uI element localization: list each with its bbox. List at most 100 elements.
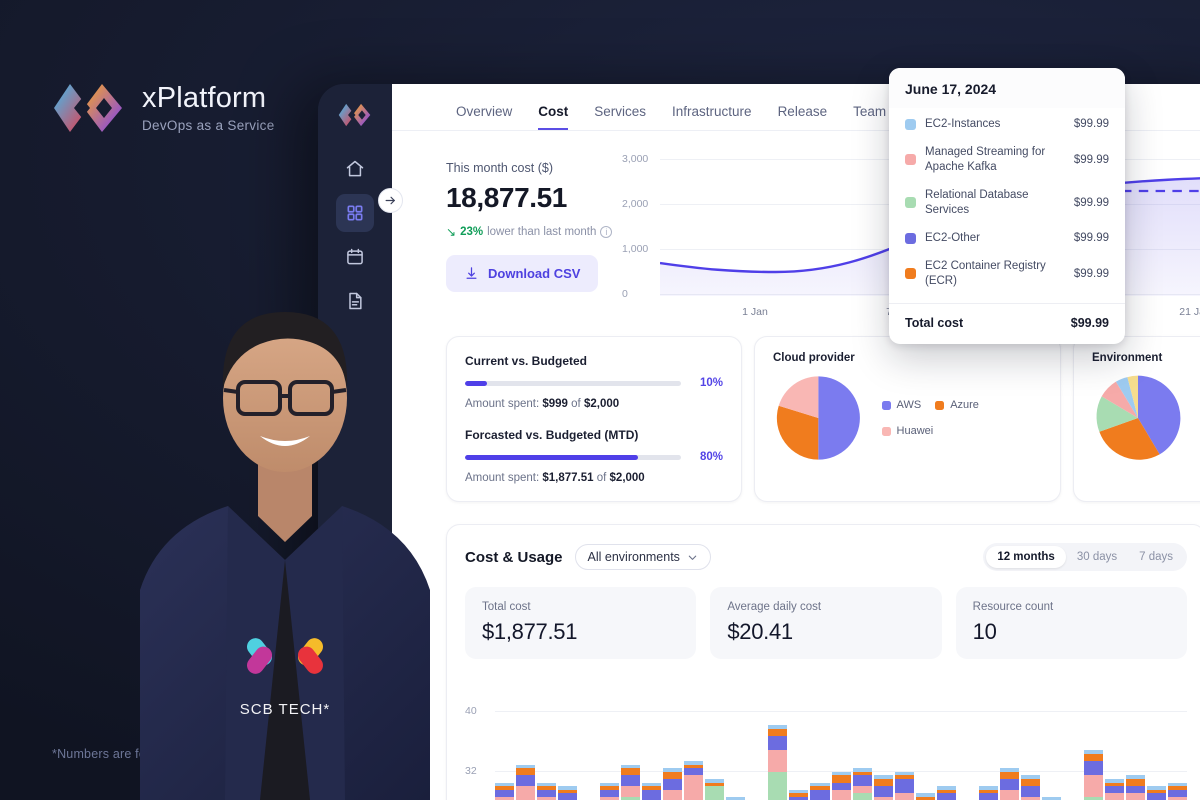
- forecast-progress-fill: [465, 454, 638, 460]
- bar-segment: [894, 779, 914, 794]
- bar-column: [558, 786, 578, 800]
- budget-amount: $2,000: [583, 398, 620, 410]
- cost-and-usage-title: Cost & Usage: [465, 548, 563, 566]
- environment-body: Production Staging: [1092, 372, 1200, 464]
- bar-column: [1104, 779, 1124, 800]
- tab-infrastructure[interactable]: Infrastructure: [672, 104, 752, 130]
- bar-segment: [831, 775, 851, 783]
- bar-segment: [495, 789, 515, 798]
- bar-column: [1146, 786, 1166, 800]
- tooltip-row: EC2 Container Registry (ECR) $99.99: [905, 252, 1109, 295]
- chevron-down-icon: [688, 555, 697, 560]
- range-12-months[interactable]: 12 months: [986, 546, 1066, 568]
- person-photo: SCB TECH*: [140, 312, 430, 800]
- tab-cost[interactable]: Cost: [538, 104, 569, 130]
- line-xtick: 21 Jan: [1179, 306, 1200, 318]
- bar-segment: [663, 789, 683, 800]
- cloud-provider-legend: AWS Azure Huawei: [881, 399, 1042, 437]
- environment-pie: [1096, 375, 1181, 460]
- stat-value: $1,877.51: [482, 619, 578, 644]
- bar-ytick: 32: [465, 765, 477, 777]
- legend-label: Huawei: [896, 425, 934, 437]
- tooltip-row-swatch: [905, 268, 916, 280]
- bar-segment: [600, 789, 620, 798]
- bar-column: [516, 764, 536, 800]
- bar-segment: [1020, 786, 1040, 798]
- tooltip-row-name: Managed Streaming for Apache Kafka: [925, 146, 1046, 173]
- bar-segment: [684, 768, 704, 776]
- bar-column: [495, 782, 515, 800]
- bar-segment: [1104, 793, 1124, 800]
- spent-of: of: [596, 472, 607, 484]
- spent-prefix: Amount spent:: [465, 398, 540, 410]
- environment-filter-value: All environments: [587, 550, 680, 564]
- range-30-days[interactable]: 30 days: [1066, 546, 1128, 568]
- bar-segment: [1168, 789, 1188, 798]
- bar-column: [894, 771, 914, 800]
- tab-services[interactable]: Services: [594, 104, 646, 130]
- environment-title: Environment: [1092, 352, 1163, 364]
- forecast-vs-budgeted-title: Forcasted vs. Budgeted (MTD): [465, 428, 639, 442]
- cost-and-usage-section: Cost & Usage All environments 12 months …: [446, 524, 1200, 800]
- cost-and-usage-header: Cost & Usage All environments 12 months …: [465, 543, 1187, 571]
- tab-team[interactable]: Team: [853, 104, 886, 130]
- forecast-progress-track: [465, 454, 681, 460]
- bar-segment: [1020, 779, 1040, 787]
- spent-prefix: Amount spent:: [465, 472, 540, 484]
- environment-card: Environment: [1073, 336, 1200, 502]
- bar-segment: [537, 789, 557, 798]
- bar-column: [873, 775, 893, 800]
- xplatform-mark-icon[interactable]: [337, 102, 373, 128]
- tooltip-row: EC2-Other $99.99: [905, 224, 1109, 252]
- bar-segment: [978, 793, 998, 800]
- bar-segment: [1083, 753, 1103, 762]
- scene-backdrop: xPlatform DevOps as a Service *Numbers a…: [0, 0, 1200, 800]
- legend-swatch: [881, 426, 891, 436]
- sidebar-collapse-button[interactable]: [378, 188, 403, 213]
- line-ytick: 0: [622, 288, 628, 300]
- tooltip-row-swatch: [905, 154, 916, 166]
- tooltip-row: Managed Streaming for Apache Kafka $99.99: [905, 138, 1109, 181]
- tooltip-date: June 17, 2024: [889, 68, 1125, 108]
- stat-value: 10: [972, 619, 997, 644]
- tooltip-row-value: $99.99: [1073, 118, 1109, 131]
- tooltip-total-row: Total cost $99.99: [889, 303, 1125, 344]
- legend-swatch: [881, 400, 891, 410]
- bar-segment: [936, 793, 956, 800]
- trend-down-icon: ↘: [446, 225, 457, 239]
- tab-release[interactable]: Release: [778, 104, 828, 130]
- stat-average-daily-cost: Average daily cost $20.41: [710, 587, 942, 659]
- bar-column: [915, 793, 935, 800]
- download-csv-button[interactable]: Download CSV: [446, 255, 599, 292]
- bar-segment: [621, 786, 641, 797]
- hero-delta: ↘ 23% lower than last month i: [446, 225, 616, 239]
- bar-segment: [663, 771, 683, 780]
- forecast-progress-percent: 80%: [699, 451, 723, 463]
- tooltip-row-value: $99.99: [1073, 232, 1109, 245]
- download-csv-label: Download CSV: [488, 266, 581, 281]
- tooltip-total-value: $99.99: [1070, 316, 1109, 330]
- usage-bar-chart: 40 32 24: [465, 685, 1188, 800]
- range-segmented-control: 12 months 30 days 7 days: [983, 543, 1187, 571]
- bar-segment: [999, 789, 1019, 800]
- bar-segment: [852, 793, 872, 800]
- bar-segment: [621, 768, 641, 776]
- tooltip-row-value: $99.99: [1073, 153, 1109, 166]
- bar-column: [1020, 775, 1040, 800]
- bar-segment: [768, 735, 788, 751]
- sidebar-item-home[interactable]: [336, 150, 374, 188]
- bar-segment: [873, 779, 893, 787]
- environment-filter-select[interactable]: All environments: [574, 544, 711, 570]
- this-month-cost-block: This month cost ($) 18,877.51 ↘ 23% lowe…: [446, 153, 616, 318]
- info-icon[interactable]: i: [600, 226, 613, 238]
- sidebar-item-dashboard[interactable]: [336, 194, 374, 232]
- tab-overview[interactable]: Overview: [456, 104, 512, 130]
- range-7-days[interactable]: 7 days: [1128, 546, 1184, 568]
- bar-segment: [810, 789, 830, 800]
- cloud-provider-title: Cloud provider: [773, 352, 855, 364]
- bar-column: [936, 786, 956, 800]
- forecast-progress-row: 80%: [465, 451, 723, 463]
- tooltip-row: Relational Database Services $99.99: [905, 181, 1109, 224]
- summary-card-row: Current vs. Budgeted 10% Amount spent: $…: [446, 336, 1200, 502]
- current-progress-percent: 10%: [699, 377, 723, 389]
